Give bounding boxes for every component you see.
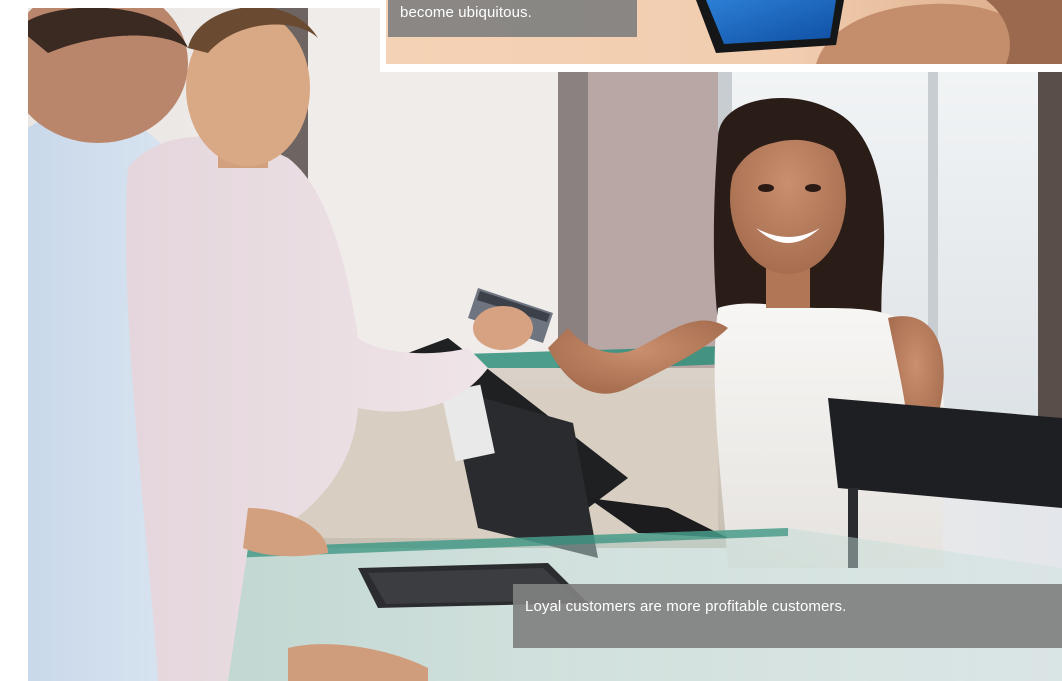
top-caption: become ubiquitous. <box>388 0 637 37</box>
checkout-counter-photo <box>28 8 1062 681</box>
bottom-caption: Loyal customers are more profitable cust… <box>513 584 1062 648</box>
page: become ubiquitous. Loyal customers are m… <box>0 0 1062 681</box>
